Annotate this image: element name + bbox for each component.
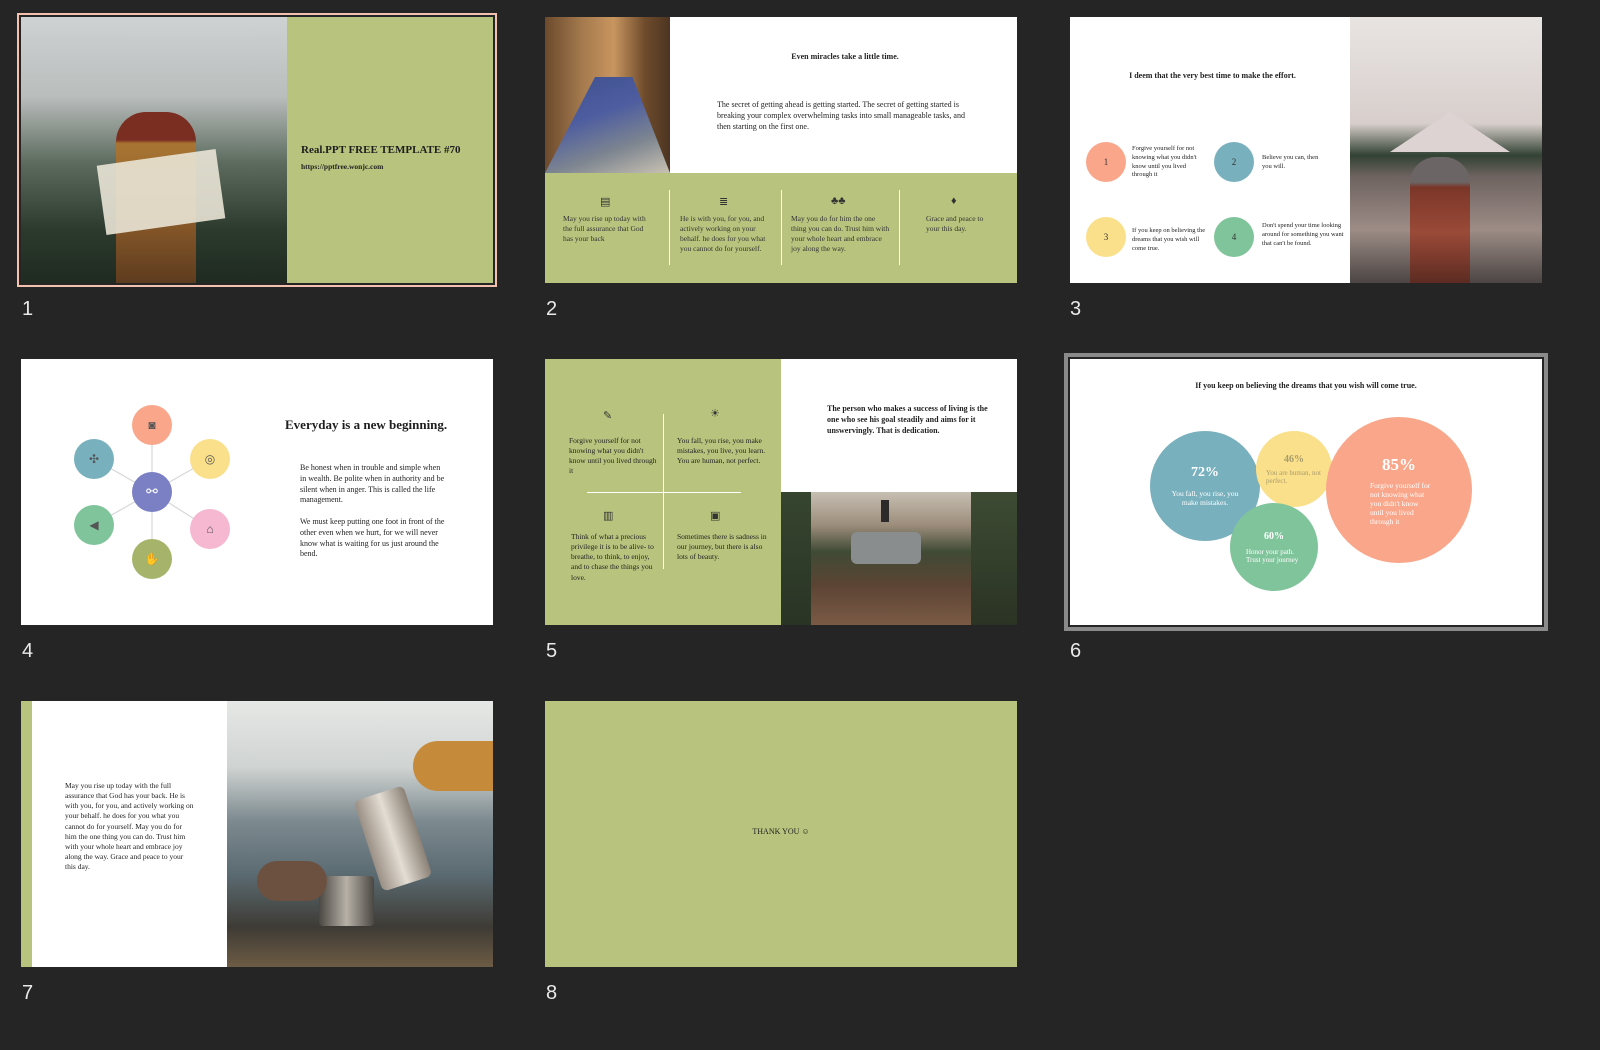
- slide3-item3: If you keep on believing the dreams that…: [1132, 227, 1206, 252]
- slide2-col4: Grace and peace to your this day.: [926, 214, 984, 234]
- slide-thumbnail-6[interactable]: If you keep on believing the dreams that…: [1064, 353, 1548, 631]
- bubble-46-text: You are human, not perfect.: [1266, 468, 1321, 485]
- slide-thumbnail-8[interactable]: THANK YOU ☺: [545, 701, 1017, 967]
- book-icon: ▤: [600, 196, 611, 208]
- slide3-heading: I deem that the very best time to make t…: [1129, 71, 1296, 80]
- bubble-72-value: 72%: [1191, 465, 1219, 480]
- slide-number-3: 3: [1070, 298, 1082, 320]
- slide-number-7: 7: [22, 982, 34, 1004]
- slide1-title: Real.PPT FREE TEMPLATE #70: [301, 144, 461, 156]
- lake-mountain-photo: [1350, 17, 1542, 283]
- slide2-col1: May you rise up today with the full assu…: [563, 214, 646, 244]
- slide-thumbnail-4[interactable]: ⚯ ◙ ◎ ⌂ ✋ ◀ ✣ Everyday is a new beginnin…: [21, 359, 493, 625]
- bank-icon: ⌂: [190, 509, 230, 549]
- bubble-60-text: Honor your path. Trust your journey: [1246, 547, 1299, 564]
- slide5-cell2: You fall, you rise, you make mistakes, y…: [677, 436, 766, 466]
- slide-thumbnail-3[interactable]: I deem that the very best time to make t…: [1070, 17, 1542, 283]
- slide2-heading: Even miracles take a little time.: [791, 52, 899, 61]
- trash-icon: ▥: [603, 510, 614, 522]
- slide-thumbnail-2[interactable]: Even miracles take a little time. The se…: [545, 17, 1017, 283]
- percent-bubble-46: 46% You are human, not perfect.: [1256, 431, 1332, 507]
- bubble-72-text: You fall, you rise, you make mistakes.: [1171, 489, 1239, 507]
- slide7-body: May you rise up today with the full assu…: [65, 781, 194, 871]
- slide3-item1: Forgive yourself for not knowing what yo…: [1132, 145, 1197, 179]
- hand-icon: ✋: [132, 539, 172, 579]
- bubble-85-value: 85%: [1382, 454, 1416, 474]
- slide-number-2: 2: [546, 298, 558, 320]
- slide-thumbnail-7[interactable]: May you rise up today with the full assu…: [21, 701, 493, 967]
- bubble-85-text: Forgive yourself for not knowing what yo…: [1370, 480, 1431, 526]
- number-circle-3: 3: [1086, 217, 1126, 257]
- document-icon: ▣: [710, 510, 721, 522]
- lightbulb-icon: ☀: [710, 408, 720, 420]
- slide3-item2: Believe you can, then you will.: [1262, 154, 1319, 170]
- slide2-body: The secret of getting ahead is getting s…: [717, 100, 965, 131]
- camera-icon: ◙: [132, 405, 172, 445]
- hammock-forest-photo: [545, 17, 670, 173]
- percent-bubble-85: 85% Forgive yourself for not knowing wha…: [1326, 417, 1472, 563]
- slide3-item4: Don't spend your time looking around for…: [1262, 222, 1344, 247]
- slide-number-5: 5: [546, 640, 558, 662]
- slide5-cell3: Think of what a precious privilege it is…: [571, 532, 654, 582]
- slide4-paragraph1: Be honest when in trouble and simple whe…: [300, 463, 445, 505]
- number-circle-4: 4: [1214, 217, 1254, 257]
- slide-number-6: 6: [1070, 640, 1082, 662]
- bubble-46-value: 46%: [1284, 453, 1304, 465]
- slide4-paragraph2: We must keep putting one foot in front o…: [300, 517, 445, 559]
- slide-number-1: 1: [22, 298, 34, 320]
- percent-bubble-60: 60% Honor your path. Trust your journey: [1230, 503, 1318, 591]
- slide1-url: https://pptfree.wonjc.com: [301, 162, 384, 171]
- microphone-icon: ♦: [951, 195, 957, 207]
- slide8-thank-you: THANK YOU ☺: [752, 827, 810, 836]
- slide-thumbnail-5[interactable]: ✎ ☀ ▥ ▣ Forgive yourself for not knowing…: [545, 359, 1017, 625]
- edit-icon: ✎: [603, 410, 613, 422]
- slide-number-4: 4: [22, 640, 34, 662]
- slide-number-8: 8: [546, 982, 558, 1004]
- megaphone-icon: ◀: [74, 505, 114, 545]
- number-circle-2: 2: [1214, 142, 1254, 182]
- slide5-quote: The person who makes a success of living…: [827, 404, 988, 435]
- target-icon: ◎: [190, 439, 230, 479]
- slide-thumbnail-1[interactable]: Real.PPT FREE TEMPLATE #70 https://pptfr…: [17, 13, 497, 287]
- number-circle-1: 1: [1086, 142, 1126, 182]
- slide6-heading: If you keep on believing the dreams that…: [1195, 381, 1417, 390]
- slide4-heading: Everyday is a new beginning.: [285, 417, 448, 432]
- slide5-cell1: Forgive yourself for not knowing what yo…: [569, 436, 657, 476]
- slide2-col3: May you do for him the one thing you can…: [791, 214, 890, 254]
- campsite-van-photo: [781, 492, 1017, 625]
- slide5-cell4: Sometimes there is sadness in our journe…: [677, 532, 767, 562]
- foggy-forest-photo: [21, 17, 287, 283]
- stack-icon: ≣: [719, 196, 729, 208]
- bubble-60-value: 60%: [1264, 530, 1284, 542]
- trees-icon: ♣♣: [831, 195, 846, 207]
- puzzle-icon: ✣: [74, 439, 114, 479]
- coffee-mountain-photo: [227, 701, 493, 967]
- slide2-col2: He is with you, for you, and actively wo…: [680, 214, 766, 254]
- link-icon: ⚯: [132, 472, 172, 512]
